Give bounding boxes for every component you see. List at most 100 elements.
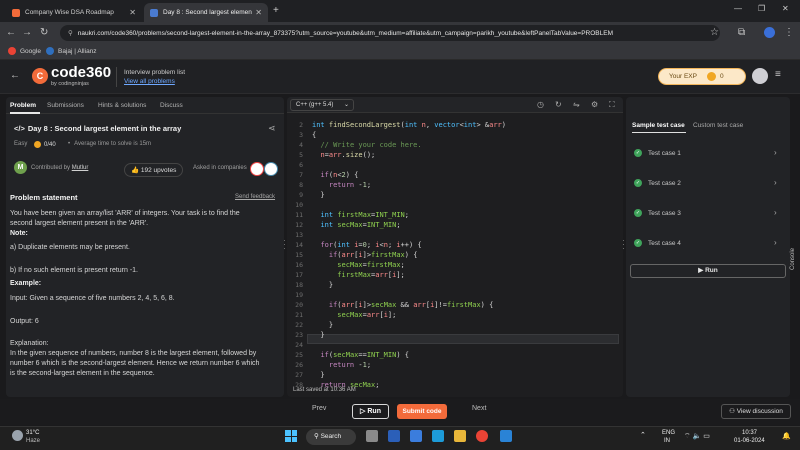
url-input[interactable]: ⚲ naukri.com/code360/problems/second-lar… [60, 25, 720, 41]
test-case-3[interactable]: ✓ Test case 3 › [626, 204, 790, 224]
line-number: 25 [295, 351, 303, 359]
back-icon[interactable]: ← [6, 27, 16, 39]
tab-problem[interactable]: Problem [10, 102, 36, 109]
forward-icon[interactable]: → [22, 27, 32, 39]
run-label: Run [367, 408, 381, 415]
bookmark-bajaj[interactable]: Bajaj | Allianz [46, 47, 97, 55]
current-line-highlight [307, 334, 619, 344]
browser-tab-problem[interactable]: Day 8 : Second largest elemen ✕ [144, 3, 268, 22]
exp-label: Your EXP [669, 73, 697, 80]
tab-sample-test-case[interactable]: Sample test case [632, 122, 685, 129]
bajaj-icon [46, 47, 54, 55]
battery-icon: ▭ [703, 433, 710, 440]
bookmark-star-icon[interactable]: ☆ [710, 27, 719, 39]
close-window-icon[interactable]: ✕ [782, 4, 789, 13]
code360-logo-icon[interactable]: C [32, 68, 48, 84]
edge-icon[interactable] [432, 430, 444, 442]
company-logo-icon[interactable] [250, 162, 264, 176]
last-saved-text: Last saved at 10:36 AM [293, 387, 356, 393]
explanation-line: number 6 which is the second-largest ele… [10, 360, 260, 367]
task-view-icon[interactable] [366, 430, 378, 442]
send-feedback-link[interactable]: Send feedback [235, 194, 275, 200]
tab-discuss[interactable]: Discuss [160, 102, 183, 109]
profile-icon[interactable] [764, 27, 775, 38]
contributor-name-link[interactable]: Mutlur [72, 165, 89, 171]
language-select[interactable]: C++ (g++ 5.4) ⌄ [290, 99, 354, 111]
score-text: 0/40 [44, 141, 56, 148]
view-discussion-button[interactable]: ⚇ View discussion [721, 404, 791, 419]
view-discussion-label: View discussion [736, 408, 783, 415]
chevron-right-icon: › [774, 208, 777, 217]
browser-tab-roadmap[interactable]: Company Wise DSA Roadmap ✕ [6, 3, 142, 22]
windows-start-icon[interactable] [285, 430, 297, 442]
taskbar-search[interactable]: ⚲ Search [306, 429, 356, 445]
minimize-icon[interactable]: — [734, 4, 742, 13]
contributor-info: Contributed by Mutlur [31, 165, 88, 171]
test-case-2[interactable]: ✓ Test case 2 › [626, 174, 790, 194]
new-tab-icon[interactable]: + [273, 5, 279, 16]
thumbs-up-icon: 👍 [131, 167, 140, 174]
company-logo-icon[interactable] [264, 162, 278, 176]
line-number: 4 [299, 141, 303, 149]
browser-menu-icon[interactable]: ⋮ [784, 27, 794, 39]
submit-code-button[interactable]: Submit code [397, 404, 447, 419]
run-code-button[interactable]: ▷ Run [352, 404, 389, 419]
test-case-1[interactable]: ✓ Test case 1 › [626, 144, 790, 164]
restore-icon[interactable]: ❐ [758, 4, 765, 13]
hamburger-menu-icon[interactable]: ≡ [775, 69, 781, 80]
reload-icon[interactable]: ↻ [40, 27, 48, 39]
clock-time[interactable]: 10:37 [742, 430, 757, 436]
check-icon: ✓ [634, 209, 642, 217]
contributed-by-label: Contributed by [31, 165, 71, 171]
back-arrow-icon[interactable]: ← [10, 70, 20, 81]
line-number: 20 [295, 301, 303, 309]
app-l-icon[interactable] [388, 430, 400, 442]
test-case-label: Test case 4 [648, 240, 681, 247]
settings-icon[interactable]: ⚙ [591, 100, 598, 109]
user-avatar[interactable] [752, 68, 768, 84]
upvotes-button[interactable]: 👍 192 upvotes [124, 163, 184, 177]
reset-icon[interactable]: ↻ [555, 100, 562, 109]
file-explorer-icon[interactable] [454, 430, 466, 442]
timer-icon[interactable]: ◷ [537, 100, 544, 109]
view-all-problems-link[interactable]: View all problems [124, 78, 175, 85]
chevron-right-icon: › [774, 148, 777, 157]
chevron-up-icon[interactable]: ⌃ [640, 431, 646, 439]
share-icon[interactable]: ⋖ [268, 123, 276, 134]
system-tray-icons[interactable]: ⌔ 🔈 ▭ [684, 432, 710, 441]
site-info-icon[interactable]: ⚲ [68, 29, 73, 37]
close-tab-icon[interactable]: ✕ [129, 8, 136, 17]
tab-custom-test-case[interactable]: Custom test case [693, 122, 743, 129]
resize-handle-icon[interactable]: · · · [283, 236, 286, 253]
run-button[interactable]: ▶ Run [630, 264, 786, 278]
bookmark-google[interactable]: Google [8, 47, 41, 55]
line-number: 14 [295, 241, 303, 249]
test-case-label: Test case 2 [648, 180, 681, 187]
test-case-4[interactable]: ✓ Test case 4 › [626, 234, 790, 254]
close-tab-icon[interactable]: ✕ [255, 8, 262, 17]
prev-button[interactable]: Prev [312, 405, 326, 412]
next-button[interactable]: Next [472, 405, 486, 412]
exp-badge[interactable]: Your EXP 0 [658, 68, 746, 85]
notification-bell-icon[interactable]: 🔔 [782, 432, 791, 440]
vscode-icon[interactable] [500, 430, 512, 442]
line-number: 7 [299, 171, 303, 179]
chrome-icon[interactable] [476, 430, 488, 442]
logo-subtitle: by codingninjas [51, 81, 89, 87]
tab-submissions[interactable]: Submissions [47, 102, 84, 109]
app-chat-icon[interactable] [410, 430, 422, 442]
language-indicator[interactable]: ENG [662, 430, 675, 436]
extensions-icon[interactable]: ⧉ [738, 27, 745, 39]
problem-panel: Problem Submissions Hints & solutions Di… [6, 97, 284, 397]
console-toggle[interactable]: Console [790, 248, 796, 270]
run-label: Run [705, 267, 718, 274]
tab-hints-solutions[interactable]: Hints & solutions [98, 102, 146, 109]
weather-icon[interactable] [12, 430, 23, 441]
logo-text[interactable]: code360 [51, 64, 111, 81]
format-icon[interactable]: ⇋ [573, 100, 580, 109]
google-icon [8, 47, 16, 55]
code-area[interactable]: 2 3 4 5 6 7 8 9 10 11 12 13 14 15 16 17 18 19 20 21 22 23 24 25… [287, 115, 623, 389]
fullscreen-icon[interactable]: ⛶ [609, 100, 615, 110]
difficulty-badge: Easy [14, 141, 28, 147]
search-label: Search [320, 433, 342, 440]
